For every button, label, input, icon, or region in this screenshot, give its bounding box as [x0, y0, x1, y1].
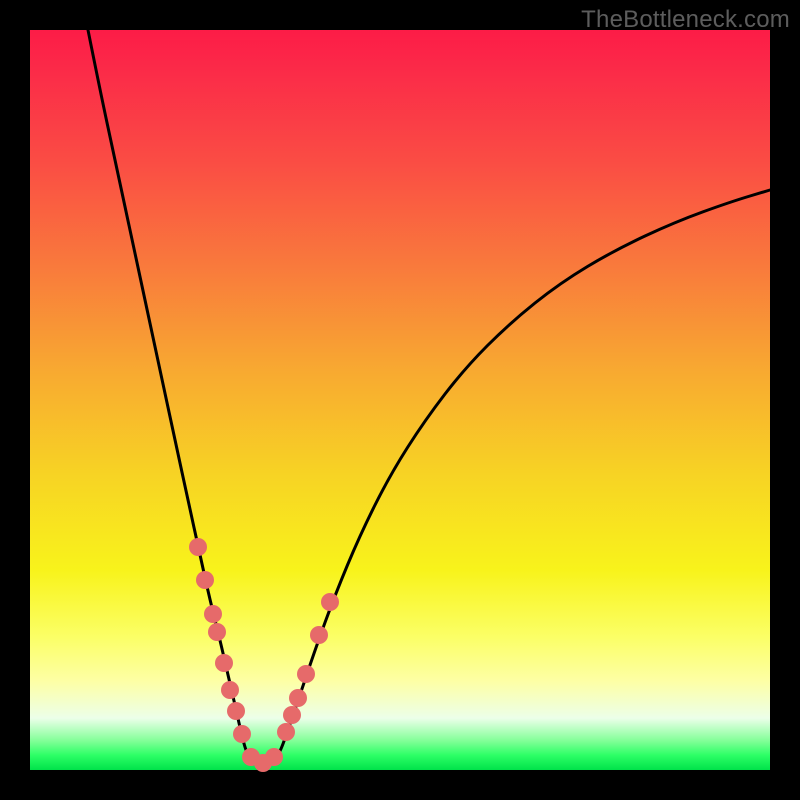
data-point [189, 538, 207, 556]
bottleneck-curve [88, 30, 770, 763]
data-point [233, 725, 251, 743]
bottleneck-curve-path [88, 30, 770, 763]
plot-area [30, 30, 770, 770]
data-point [227, 702, 245, 720]
data-point [310, 626, 328, 644]
data-point [221, 681, 239, 699]
data-point [289, 689, 307, 707]
data-point [215, 654, 233, 672]
data-point [297, 665, 315, 683]
data-point [277, 723, 295, 741]
data-point [283, 706, 301, 724]
data-point [196, 571, 214, 589]
data-point [208, 623, 226, 641]
data-markers [189, 538, 339, 772]
curve-svg [30, 30, 770, 770]
chart-stage: TheBottleneck.com [0, 0, 800, 800]
data-point [204, 605, 222, 623]
data-point [321, 593, 339, 611]
data-point [265, 748, 283, 766]
